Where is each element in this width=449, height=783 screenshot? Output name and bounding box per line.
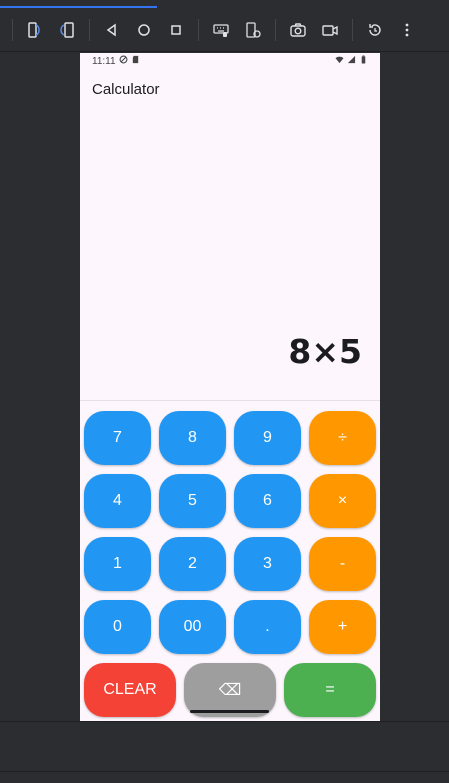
snapshot-icon[interactable]	[362, 17, 388, 43]
keyboard-icon[interactable]	[208, 17, 234, 43]
divider	[0, 771, 449, 772]
key-0[interactable]: 0	[84, 600, 151, 654]
fold-icon[interactable]	[22, 17, 48, 43]
key-decimal[interactable]: .	[234, 600, 301, 654]
bottom-panel	[0, 721, 449, 783]
key-7[interactable]: 7	[84, 411, 151, 465]
device-settings-icon[interactable]	[240, 17, 266, 43]
toolbar-separator	[352, 18, 353, 41]
key-divide[interactable]: ÷	[309, 411, 376, 465]
key-9[interactable]: 9	[234, 411, 301, 465]
back-icon[interactable]	[99, 17, 125, 43]
toolbar-separator	[198, 18, 199, 41]
key-3[interactable]: 3	[234, 537, 301, 591]
key-4[interactable]: 4	[84, 474, 151, 528]
toolbar-separator	[12, 18, 13, 41]
toolbar-separator	[89, 18, 90, 41]
key-6[interactable]: 6	[234, 474, 301, 528]
keypad: 7 8 9 ÷ 4 5 6 × 1 2 3 - 0 00 . + CLEAR ⌫…	[80, 53, 380, 721]
key-2[interactable]: 2	[159, 537, 226, 591]
key-5[interactable]: 5	[159, 474, 226, 528]
toolbar-separator	[275, 18, 276, 41]
overview-icon[interactable]	[163, 17, 189, 43]
home-icon[interactable]	[131, 17, 157, 43]
video-icon[interactable]	[317, 17, 343, 43]
loading-progress	[0, 0, 449, 8]
rotate-icon[interactable]	[54, 17, 80, 43]
gesture-handle[interactable]	[190, 710, 269, 713]
key-multiply[interactable]: ×	[309, 474, 376, 528]
equals-button[interactable]: =	[284, 663, 376, 717]
key-8[interactable]: 8	[159, 411, 226, 465]
key-00[interactable]: 00	[159, 600, 226, 654]
key-add[interactable]: +	[309, 600, 376, 654]
phone-screen: 11:11 Calculator 8×5 7 8 9 ÷ 4 5 6 × 1 2…	[80, 53, 380, 721]
backspace-icon: ⌫	[218, 682, 242, 699]
camera-icon[interactable]	[285, 17, 311, 43]
key-1[interactable]: 1	[84, 537, 151, 591]
backspace-button[interactable]: ⌫	[184, 663, 276, 717]
more-icon[interactable]	[394, 17, 420, 43]
emulator-toolbar	[0, 8, 449, 52]
key-subtract[interactable]: -	[309, 537, 376, 591]
clear-button[interactable]: CLEAR	[84, 663, 176, 717]
